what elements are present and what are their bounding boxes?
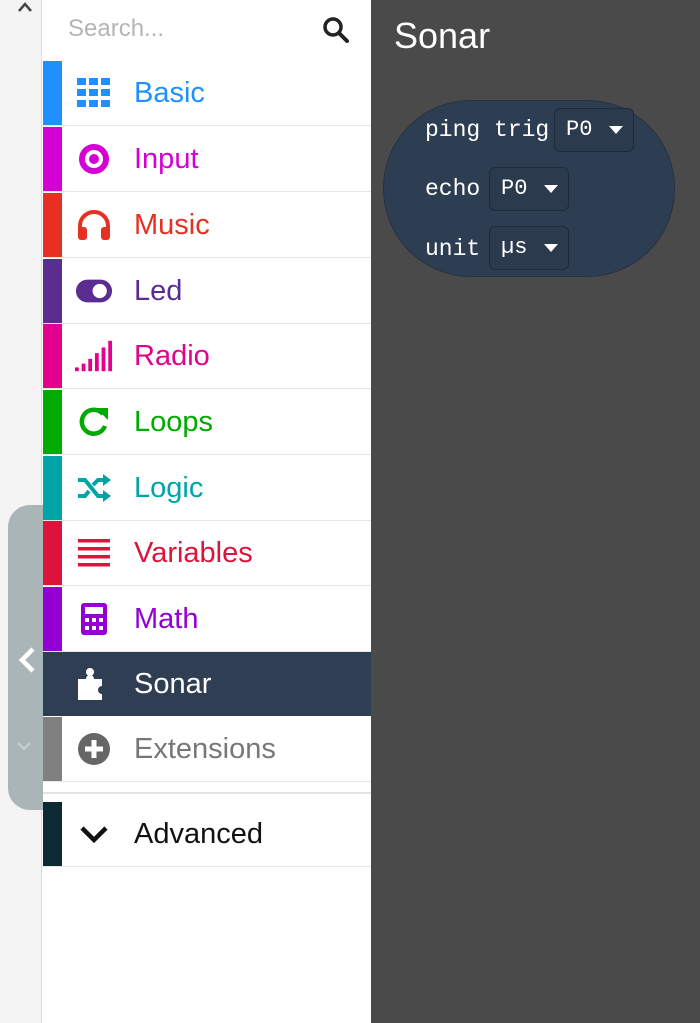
category-label: Basic: [134, 77, 205, 109]
search-icon[interactable]: [321, 15, 351, 45]
category-label: Music: [134, 209, 210, 241]
scroll-up-arrow-icon[interactable]: [12, 0, 38, 20]
search-row: [43, 0, 371, 60]
block-text-unit: unit: [425, 236, 481, 262]
flyout-title: Sonar: [394, 15, 491, 56]
category-label: Logic: [134, 472, 204, 504]
category-label: Extensions: [134, 733, 276, 765]
category-label: Advanced: [134, 818, 263, 850]
radio-button-icon: [75, 142, 113, 176]
category-math[interactable]: Math: [43, 587, 371, 652]
chevron-down-icon: [16, 740, 32, 755]
refresh-icon: [75, 405, 113, 439]
category-color-bar: [43, 61, 62, 125]
category-color-bar: [43, 587, 62, 651]
dropdown-arrow-icon: [609, 126, 623, 134]
toggle-icon: [75, 274, 113, 308]
category-extensions[interactable]: Extensions: [43, 717, 371, 782]
category-advanced[interactable]: Advanced: [43, 802, 371, 867]
headphones-icon: [75, 208, 113, 242]
category-sonar[interactable]: Sonar: [43, 652, 371, 716]
block-text-ping-trig: ping trig: [425, 117, 550, 143]
echo-pin-dropdown[interactable]: P0: [489, 167, 569, 211]
block-text-echo: echo: [425, 176, 481, 202]
category-label: Radio: [134, 340, 210, 372]
unit-value: µs: [501, 235, 528, 260]
category-logic[interactable]: Logic: [43, 456, 371, 521]
category-variables[interactable]: Variables: [43, 521, 371, 586]
unit-dropdown[interactable]: µs: [489, 226, 569, 270]
category-color-bar: [43, 521, 62, 585]
category-basic[interactable]: Basic: [43, 61, 371, 126]
chevron-down-icon: [75, 817, 113, 851]
category-color-bar: [43, 802, 62, 866]
toolbox: Basic Input Music Led Radio: [43, 0, 371, 1023]
category-radio[interactable]: Radio: [43, 324, 371, 389]
category-music[interactable]: Music: [43, 193, 371, 258]
category-label: Input: [134, 143, 199, 175]
category-color-bar: [43, 717, 62, 781]
plus-circle-icon: [75, 732, 113, 766]
lines-icon: [75, 536, 113, 570]
search-input[interactable]: [68, 10, 308, 48]
category-label: Sonar: [134, 668, 212, 700]
category-color-bar: [43, 259, 62, 323]
category-color-bar: [43, 324, 62, 388]
category-label: Math: [134, 603, 199, 635]
category-color-bar: [43, 456, 62, 520]
signal-bars-icon: [75, 339, 113, 373]
ping-block[interactable]: ping trig P0 echo P0 unit µs: [383, 100, 675, 277]
trig-pin-value: P0: [566, 117, 593, 142]
category-color-bar: [43, 193, 62, 257]
divider: [43, 792, 371, 794]
calculator-icon: [75, 602, 113, 636]
puzzle-icon: [75, 667, 113, 701]
shuffle-icon: [75, 471, 113, 505]
flyout-panel: Sonar ping trig P0 echo P0 unit µs: [371, 0, 700, 1023]
toolbox-collapse-tab[interactable]: [8, 505, 48, 810]
category-label: Variables: [134, 537, 253, 569]
category-color-bar: [43, 390, 62, 454]
category-loops[interactable]: Loops: [43, 390, 371, 455]
category-led[interactable]: Led: [43, 259, 371, 324]
category-label: Led: [134, 275, 183, 307]
category-label: Loops: [134, 406, 214, 438]
category-color-bar: [43, 127, 62, 191]
echo-pin-value: P0: [501, 176, 528, 201]
category-input[interactable]: Input: [43, 127, 371, 192]
dropdown-arrow-icon: [544, 244, 558, 252]
dropdown-arrow-icon: [544, 185, 558, 193]
chevron-left-icon[interactable]: [16, 645, 38, 679]
trig-pin-dropdown[interactable]: P0: [554, 108, 634, 152]
grid-icon: [75, 76, 113, 110]
